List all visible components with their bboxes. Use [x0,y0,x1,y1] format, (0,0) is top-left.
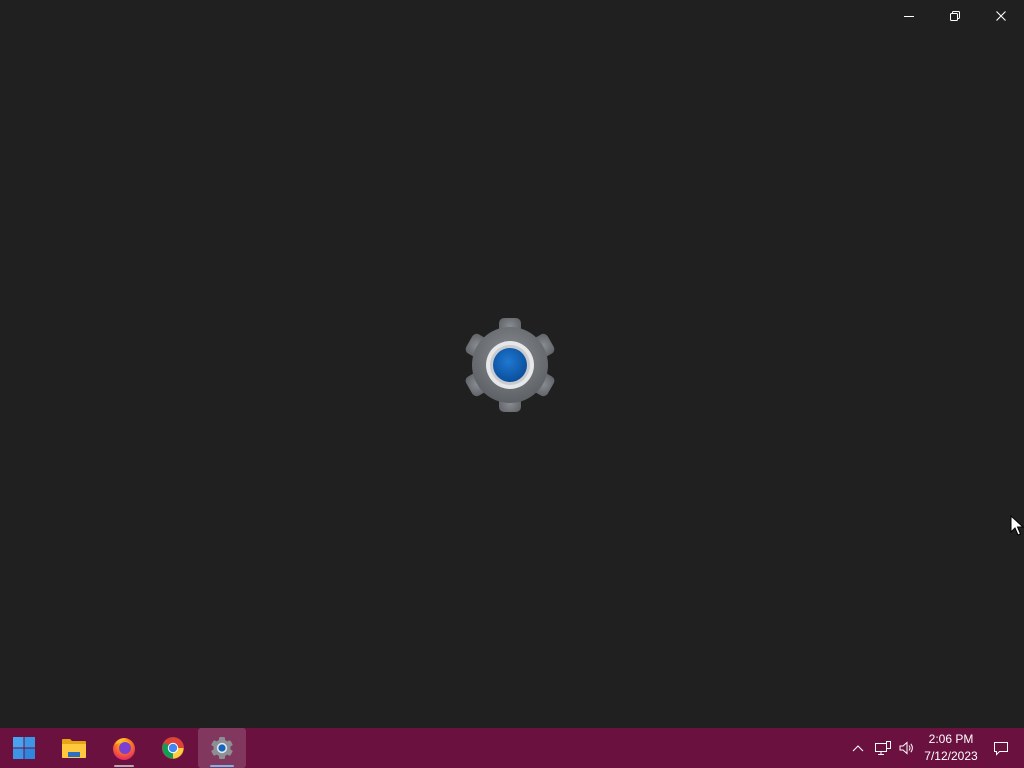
firefox-icon [113,738,135,760]
show-hidden-icons-button[interactable] [848,728,868,768]
minimize-button[interactable] [886,0,932,32]
clock-time: 2:06 PM [928,732,974,746]
chevron-up-icon [852,745,864,752]
taskbar: 2:06 PM 7/12/2023 [0,728,1024,768]
notification-icon [994,742,1008,756]
desktop-screen: 2:06 PM 7/12/2023 [0,0,1024,768]
folder-icon [62,739,86,758]
mouse-cursor-icon [1010,515,1024,536]
chrome-icon [162,737,184,759]
start-button[interactable] [0,728,48,768]
taskbar-clock[interactable]: 2:06 PM 7/12/2023 [918,728,984,768]
taskbar-settings[interactable] [198,728,246,768]
clock-date: 7/12/2023 [924,749,978,763]
network-icon [875,741,891,755]
restore-icon [950,11,960,21]
volume-icon [899,741,913,755]
settings-gear-icon [211,737,233,759]
notification-center-button[interactable] [990,728,1012,768]
windows-start-icon [13,737,35,759]
minimize-icon [904,16,914,17]
settings-gear-icon [465,318,555,412]
close-icon [996,11,1006,21]
volume-control[interactable] [896,728,916,768]
close-button[interactable] [978,0,1024,32]
running-indicator [114,765,134,767]
taskbar-chrome[interactable] [149,728,197,768]
network-status[interactable] [872,728,894,768]
restore-button[interactable] [932,0,978,32]
taskbar-file-explorer[interactable] [50,728,98,768]
settings-window [0,0,1024,728]
running-indicator [210,765,234,767]
taskbar-firefox[interactable] [100,728,148,768]
